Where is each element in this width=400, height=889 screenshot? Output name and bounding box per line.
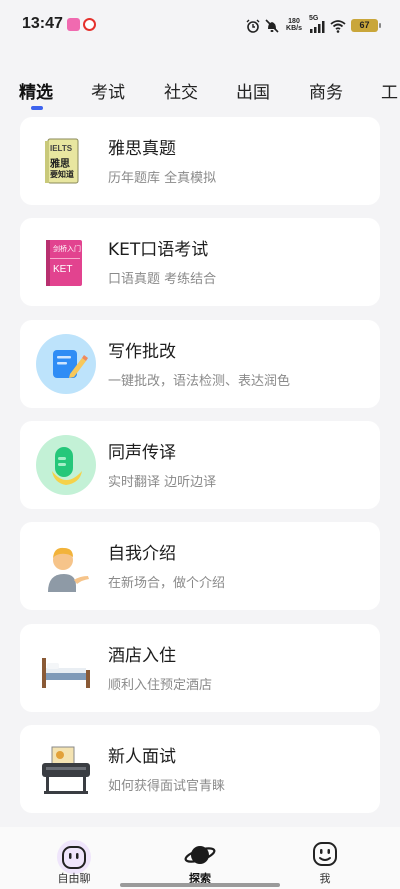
nav-me[interactable]: 我 [285,827,365,889]
active-tab-indicator [31,106,43,110]
alarm-icon [246,18,260,33]
nav-label: 我 [319,872,331,885]
nav-label: 自由聊 [57,872,91,885]
status-icons: 180 KB/s 5G 67 [246,15,381,34]
card-subtitle: 顺利入住预定酒店 [108,678,213,693]
hotel-bed-icon [36,638,96,698]
card-title: 新人面试 [108,747,176,767]
card-self-intro[interactable]: 自我介绍 在新场合，做个介绍 [20,522,380,610]
card-title: 酒店入住 [108,646,176,666]
card-title: 同声传译 [108,443,176,463]
ket-book-text: 剑桥入门 [53,245,81,253]
wifi-icon [330,18,346,33]
status-bar: 13:47 180 KB/s 5G 67 [0,0,400,50]
card-subtitle: 实时翻译 边听边译 [108,475,217,490]
ielts-book-text: IELTS [50,144,73,153]
writing-correction-icon [36,334,96,394]
ielts-book-cn: 雅思 [50,159,70,170]
netease-notification-icon [83,18,96,31]
card-ielts[interactable]: IELTS 雅思 要知道 雅思真题 历年题库 全真模拟 [20,117,380,205]
tab-exam[interactable]: 考试 [91,78,125,103]
app-notification-icon [67,18,80,31]
card-title: KET口语考试 [108,240,209,260]
ket-book-label: KET [53,264,73,275]
net-speed-unit: KB/s [286,25,302,32]
card-writing[interactable]: 写作批改 一键批改，语法检测、表达润色 [20,320,380,408]
signal-icon: 5G [309,15,325,33]
planet-explore-icon [184,841,216,873]
net-speed: 180 KB/s [284,18,304,32]
nav-free-chat[interactable]: 自由聊 [34,827,114,889]
signal-label: 5G [309,15,319,22]
tab-business[interactable]: 商务 [309,78,343,103]
nav-explore[interactable]: 探索 [160,827,240,889]
ielts-book-sub: 要知道 [50,170,74,179]
status-time: 13:47 [22,15,63,32]
bottom-navigation: 自由聊 探索 我 [0,827,400,889]
profile-face-icon [312,841,338,871]
category-tabs: 精选 考试 社交 出国 商务 工 [0,70,400,110]
card-interpretation[interactable]: 同声传译 实时翻译 边听边译 [20,421,380,509]
tab-social[interactable]: 社交 [164,78,198,103]
net-speed-value: 180 [288,18,300,25]
card-subtitle: 口语真题 考练结合 [108,272,217,287]
ket-book-icon: 剑桥入门 KET [36,232,96,292]
home-indicator[interactable] [120,883,280,887]
ielts-book-icon: IELTS 雅思 要知道 [36,131,96,191]
card-hotel[interactable]: 酒店入住 顺利入住预定酒店 [20,624,380,712]
card-title: 自我介绍 [108,544,176,564]
simultaneous-interpretation-icon [36,435,96,495]
card-interview[interactable]: 新人面试 如何获得面试官青睐 [20,725,380,813]
card-subtitle: 在新场合，做个介绍 [108,576,226,591]
card-title: 雅思真题 [108,139,176,159]
mute-bell-icon [265,18,279,33]
card-title: 写作批改 [108,342,176,362]
battery-indicator: 67 [351,18,381,32]
interview-printer-icon [36,739,96,799]
tab-abroad[interactable]: 出国 [236,78,270,103]
person-introducing-icon [36,536,96,596]
card-subtitle: 一键批改，语法检测、表达润色 [108,374,291,389]
card-subtitle: 历年题库 全真模拟 [108,171,217,186]
card-subtitle: 如何获得面试官青睐 [108,779,226,794]
tab-work[interactable]: 工 [381,78,398,103]
card-ket[interactable]: 剑桥入门 KET KET口语考试 口语真题 考练结合 [20,218,380,306]
tab-featured[interactable]: 精选 [19,78,53,103]
